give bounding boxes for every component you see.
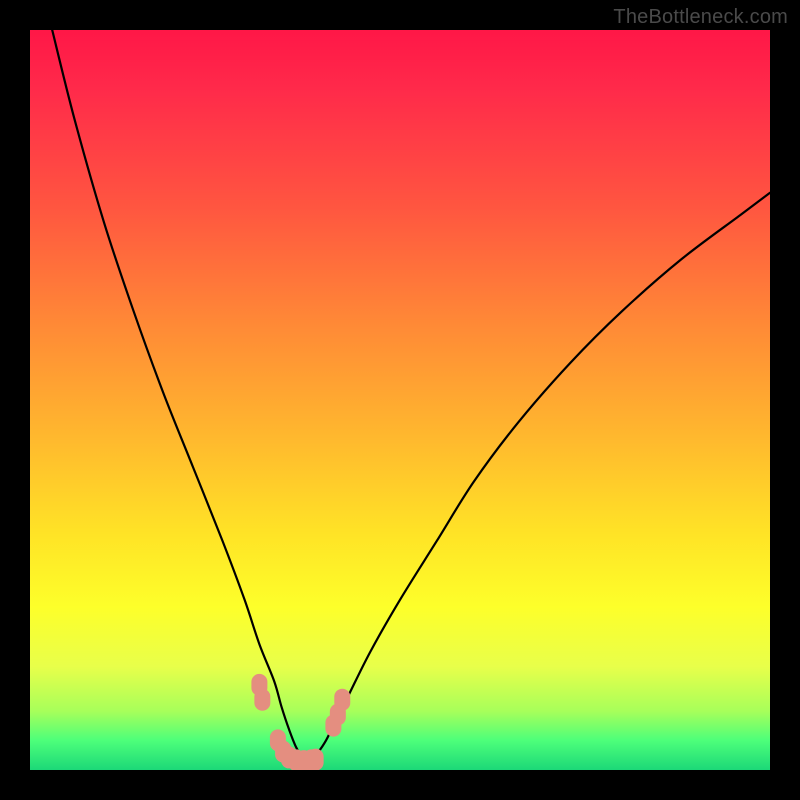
chart-svg xyxy=(30,30,770,770)
chart-frame: TheBottleneck.com xyxy=(0,0,800,800)
marker xyxy=(334,689,350,711)
near-optimal-markers xyxy=(251,674,350,770)
marker xyxy=(254,689,270,711)
chart-plot-area xyxy=(30,30,770,770)
marker xyxy=(308,749,324,770)
bottleneck-curve xyxy=(52,30,770,760)
watermark-text: TheBottleneck.com xyxy=(613,6,788,29)
